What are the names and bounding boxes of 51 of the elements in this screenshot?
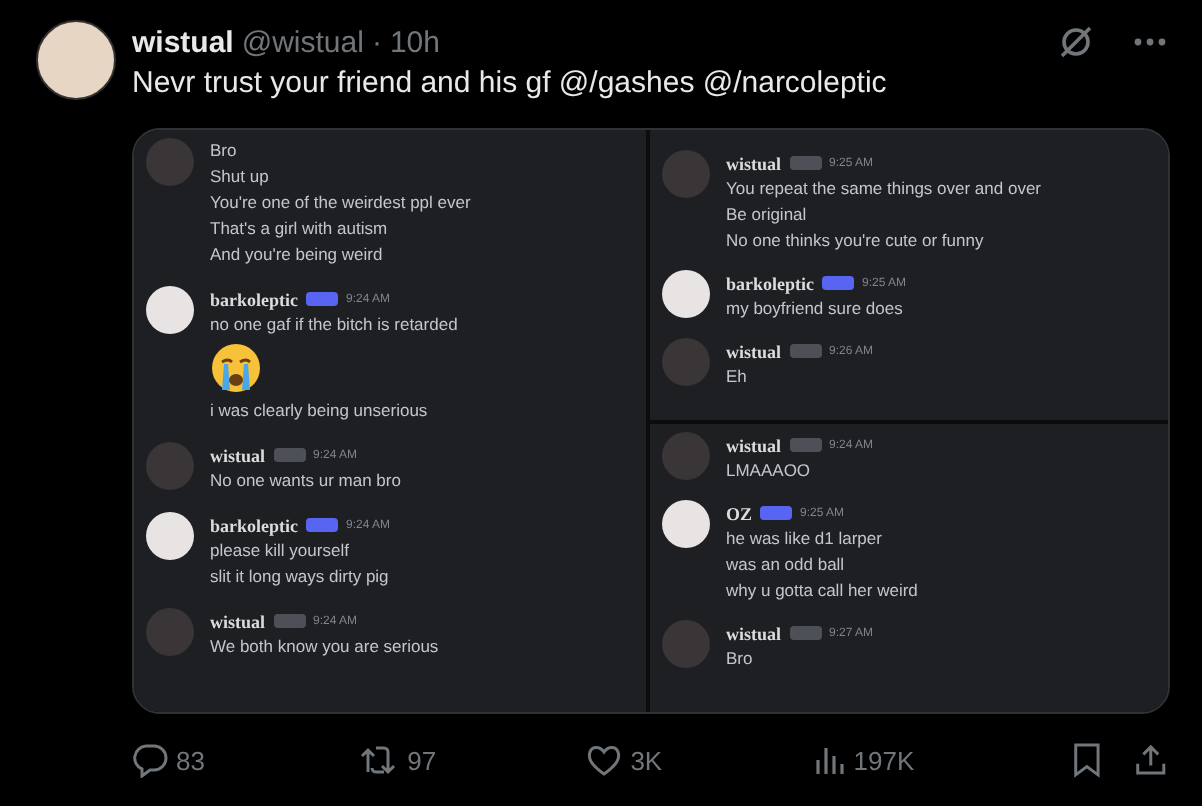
author-name[interactable]: wistual (132, 25, 234, 59)
message-text: he was like d1 larper (726, 526, 882, 552)
like-button[interactable]: 3K (586, 742, 814, 778)
message-text: please kill yourself (210, 538, 349, 564)
username: wistual (726, 153, 782, 173)
username: wistual (726, 435, 782, 455)
author-handle[interactable]: @wistual (241, 25, 364, 59)
message-text: LMAAAOO (726, 458, 811, 484)
message-text: No one wants ur man bro (210, 468, 401, 494)
message-text: We both know you are serious (210, 634, 439, 660)
heart-icon (586, 742, 623, 778)
message-text: i was clearly being unserious (210, 398, 428, 424)
speech-bubble-icon (132, 742, 168, 778)
chat-screenshot[interactable] (132, 128, 1170, 714)
username: barkoleptic (210, 515, 298, 535)
message-text: my boyfriend sure does (726, 296, 903, 322)
share-icon[interactable] (1134, 742, 1169, 778)
username: wistual (726, 623, 782, 643)
avatar-circle[interactable] (36, 20, 116, 100)
username: barkoleptic (726, 273, 814, 293)
message-text: And you're being weird (210, 242, 383, 268)
message-text: No one thinks you're cute or funny (726, 228, 984, 254)
crying-face-icon (210, 342, 262, 394)
message-text: no one gaf if the bitch is retarded (210, 312, 458, 338)
username: OZ (726, 503, 753, 523)
message-text: Eh (726, 364, 747, 390)
message-text: Be original (726, 202, 807, 228)
username: wistual (726, 341, 782, 361)
message-text: You're one of the weirdest ppl ever (210, 190, 471, 216)
message-text: That's a girl with autism (210, 216, 388, 242)
username: barkoleptic (210, 289, 298, 309)
bar-chart-icon (813, 744, 846, 776)
message-text: was an odd ball (726, 552, 845, 578)
message-text: Shut up (210, 164, 269, 190)
post-text: Nevr trust your friend and his gf @/gashes @/narcoleptic (132, 64, 889, 104)
separator-dot: · (371, 25, 382, 59)
post-time[interactable]: 10h (389, 25, 440, 59)
message-text: Bro (726, 646, 753, 672)
message-text: why u gotta call her weird (726, 578, 918, 604)
username: wistual (210, 445, 266, 465)
slashed-circle-icon[interactable] (1056, 22, 1096, 62)
repost-arrows-icon (359, 742, 400, 778)
more-icon[interactable] (1132, 36, 1168, 48)
repost-button[interactable]: 97 (359, 742, 587, 778)
message-text: Bro (210, 138, 237, 164)
message-text: You repeat the same things over and over (726, 176, 1042, 202)
username: wistual (210, 611, 266, 631)
bookmark-icon[interactable] (1072, 742, 1103, 778)
reply-button[interactable]: 83 (132, 742, 360, 778)
views-button[interactable]: 197K (813, 744, 1041, 776)
message-text: slit it long ways dirty pig (210, 564, 389, 590)
